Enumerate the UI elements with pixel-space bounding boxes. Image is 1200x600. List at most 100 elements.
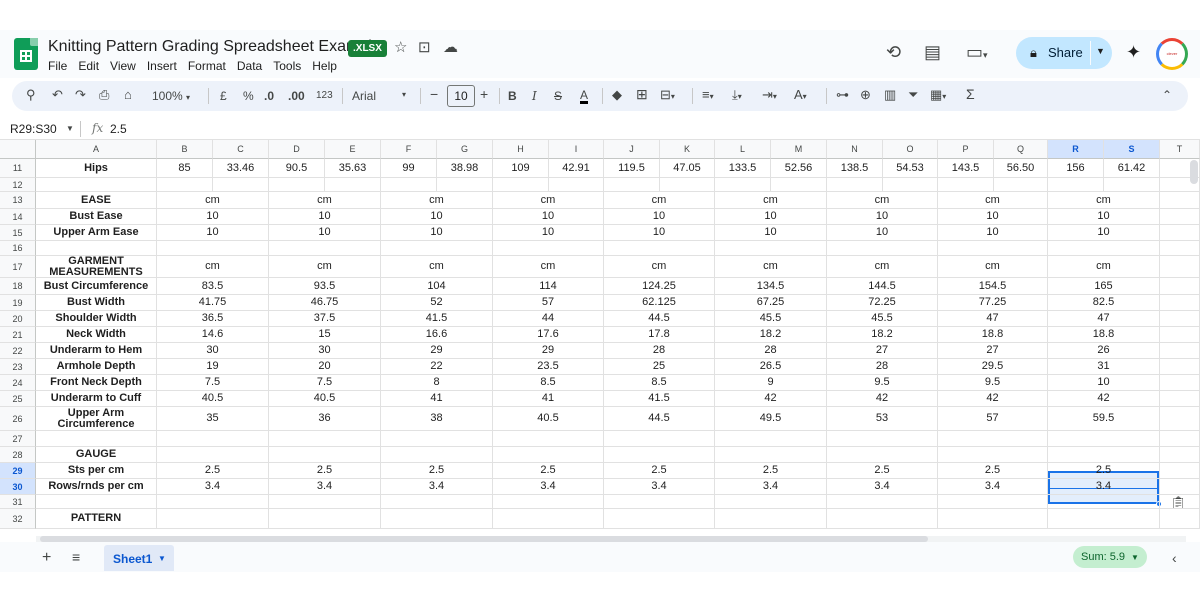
cell[interactable]: 10 [269,225,381,241]
cell[interactable]: 9.5 [827,375,938,391]
cell[interactable]: 114 [493,278,604,295]
document-title[interactable]: Knitting Pattern Grading Spreadsheet Exa… [48,38,381,56]
cell[interactable]: cm [827,256,938,278]
cell[interactable]: 17.8 [604,327,715,343]
column-header-q[interactable]: Q [994,140,1048,159]
row-label-cell[interactable] [36,495,157,509]
cell[interactable]: 41 [493,391,604,407]
cell[interactable]: 10 [827,225,938,241]
cell[interactable]: 3.4 [715,479,827,495]
cell[interactable]: 52.56 [771,159,827,178]
row-header[interactable]: 23 [0,359,36,375]
cell[interactable]: 26.5 [715,359,827,375]
cell[interactable] [1160,463,1200,479]
menu-help[interactable]: Help [312,59,337,73]
strikethrough-icon[interactable]: S [554,89,562,103]
row-header[interactable]: 20 [0,311,36,327]
cell[interactable] [938,431,1048,447]
fill-color-icon[interactable]: ◆ [612,87,622,103]
sheets-logo-icon[interactable] [14,38,38,70]
cell[interactable]: 10 [827,209,938,225]
cell[interactable]: 3.4 [827,479,938,495]
cell[interactable]: cm [269,192,381,209]
cell[interactable]: 10 [938,225,1048,241]
cell[interactable]: 3.4 [938,479,1048,495]
cell[interactable]: 28 [604,343,715,359]
cell[interactable]: 2.5 [493,463,604,479]
borders-icon[interactable]: ⊞ [636,86,648,103]
cell[interactable]: 138.5 [827,159,883,178]
insert-comment-icon[interactable]: ⊕ [860,87,871,103]
comments-icon[interactable]: ▤ [924,42,941,63]
currency-format-button[interactable]: £ [220,89,227,103]
cell[interactable] [1160,447,1200,463]
formula-input[interactable]: 2.5 [110,122,127,136]
cell[interactable] [213,178,269,192]
row-header[interactable]: 18 [0,278,36,295]
cell[interactable] [938,509,1048,529]
paint-format-icon[interactable]: ⌂ [124,87,132,102]
cell[interactable]: 8.5 [604,375,715,391]
row-label-cell[interactable]: GARMENT MEASUREMENTS [36,256,157,278]
cell[interactable]: cm [827,192,938,209]
cell[interactable]: 7.5 [157,375,269,391]
row-label-cell[interactable]: Bust Ease [36,209,157,225]
insert-chart-icon[interactable]: ▥ [884,87,896,103]
insert-link-icon[interactable]: ⊶ [836,87,849,103]
cell[interactable]: 29.5 [938,359,1048,375]
cell[interactable]: 14.6 [157,327,269,343]
cell[interactable] [157,509,269,529]
row-header[interactable]: 32 [0,509,36,529]
cell[interactable]: 90.5 [269,159,325,178]
cell[interactable]: 2.5 [269,463,381,479]
column-header-a[interactable]: A [36,140,157,159]
cell[interactable] [715,447,827,463]
cell[interactable]: cm [715,256,827,278]
cell[interactable] [604,241,715,256]
row-label-cell[interactable]: Bust Circumference [36,278,157,295]
cell[interactable]: 27 [938,343,1048,359]
merge-cells-icon[interactable]: ⊟▾ [660,87,675,103]
cell[interactable] [604,447,715,463]
cell[interactable]: 42 [715,391,827,407]
row-header[interactable]: 13 [0,192,36,209]
cell[interactable]: 10 [1048,209,1160,225]
cell[interactable]: 2.5 [604,463,715,479]
row-header[interactable]: 25 [0,391,36,407]
cell[interactable] [715,241,827,256]
cell[interactable] [493,495,604,509]
cell[interactable]: 99 [381,159,437,178]
row-label-cell[interactable]: Hips [36,159,157,178]
cell[interactable]: cm [1048,256,1160,278]
cell[interactable]: 8.5 [493,375,604,391]
percent-format-button[interactable]: % [243,89,254,103]
column-header-g[interactable]: G [437,140,493,159]
cell[interactable]: 23.5 [493,359,604,375]
cell[interactable]: 53 [827,407,938,431]
cell[interactable] [1160,311,1200,327]
version-history-icon[interactable]: ⟲ [886,42,901,63]
cell[interactable]: 10 [493,225,604,241]
cell[interactable]: 57 [938,407,1048,431]
cell[interactable] [715,509,827,529]
cell[interactable] [1160,327,1200,343]
row-label-cell[interactable]: PATTERN [36,509,157,529]
cell[interactable] [437,178,493,192]
column-header-k[interactable]: K [660,140,715,159]
cell[interactable] [1160,407,1200,431]
cell[interactable] [715,495,827,509]
horizontal-align-icon[interactable]: ≡▾ [702,87,714,102]
cell[interactable]: 10 [604,225,715,241]
cell[interactable] [938,495,1048,509]
cell[interactable]: 10 [157,225,269,241]
cell[interactable] [883,178,938,192]
cell[interactable]: 41.5 [604,391,715,407]
cell[interactable]: 165 [1048,278,1160,295]
cell[interactable] [157,447,269,463]
cell[interactable]: 35.63 [325,159,381,178]
cell[interactable]: 143.5 [938,159,994,178]
cell[interactable] [157,431,269,447]
cell[interactable] [269,178,325,192]
italic-icon[interactable]: I [532,89,537,103]
menu-view[interactable]: View [110,59,136,73]
